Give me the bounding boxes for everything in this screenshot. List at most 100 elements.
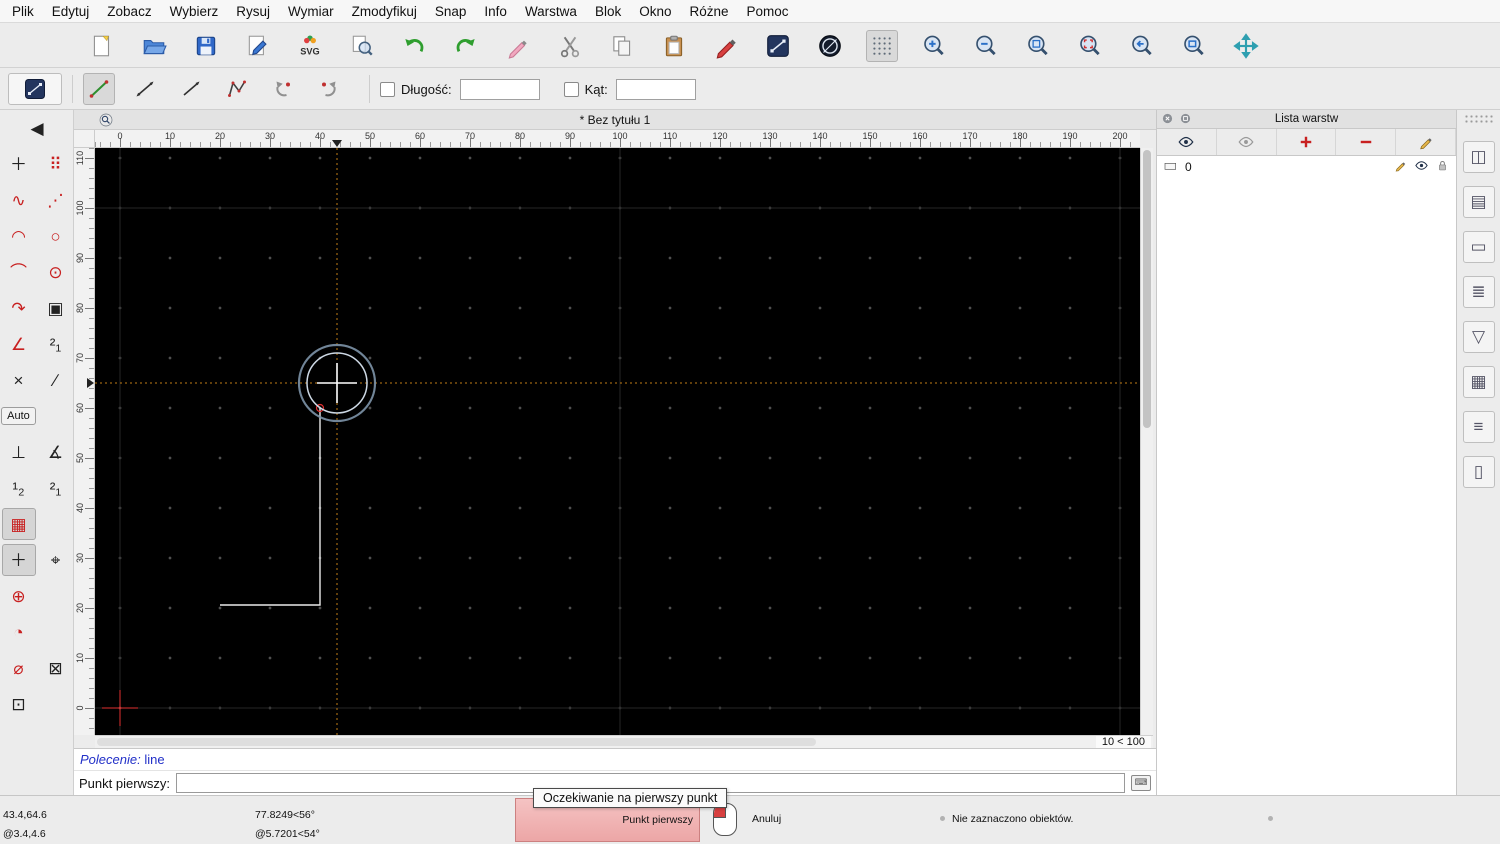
- dock-panel-icon[interactable]: ▭: [1462, 231, 1495, 263]
- keyboard-toggle-icon[interactable]: ⌨: [1131, 775, 1151, 791]
- menu-okno[interactable]: Okno: [639, 4, 671, 19]
- circle-icon[interactable]: ○: [39, 220, 73, 252]
- menu-rysuj[interactable]: Rysuj: [236, 4, 270, 19]
- line-one-arrow-icon[interactable]: [175, 73, 207, 105]
- ellipse-tool-icon[interactable]: [814, 30, 846, 62]
- curve-point-icon[interactable]: ⌒: [2, 256, 36, 288]
- snap-center-icon[interactable]: ⊕: [2, 580, 36, 612]
- dock-filter-icon[interactable]: ▽: [1462, 321, 1495, 353]
- export-svg-icon[interactable]: SVG: [294, 30, 326, 62]
- print-preview-icon[interactable]: [346, 30, 378, 62]
- menu-warstwa[interactable]: Warstwa: [525, 4, 577, 19]
- detach-icon[interactable]: [1179, 112, 1192, 128]
- length-checkbox[interactable]: [380, 81, 395, 97]
- zoom-redraw-icon[interactable]: [1074, 30, 1106, 62]
- angle-a-icon[interactable]: ∡: [39, 436, 73, 468]
- dock-library-icon[interactable]: ▯: [1462, 456, 1495, 488]
- edit-layer-icon[interactable]: [1393, 158, 1408, 176]
- zoom-out-icon[interactable]: [970, 30, 1002, 62]
- open-folder-icon[interactable]: [138, 30, 170, 62]
- paste-icon[interactable]: [658, 30, 690, 62]
- dock-layers-icon[interactable]: ▤: [1462, 186, 1495, 218]
- snap-angle-icon[interactable]: ◔: [2, 616, 36, 648]
- points-grid-icon[interactable]: ⠿: [39, 148, 73, 180]
- redo-icon[interactable]: [450, 30, 482, 62]
- eye-icon[interactable]: [1414, 158, 1429, 176]
- image-insert-icon[interactable]: ▦: [1, 508, 36, 540]
- new-document-icon[interactable]: [86, 30, 118, 62]
- edit-layer-icon[interactable]: [1396, 129, 1456, 155]
- menu-różne[interactable]: Różne: [690, 4, 729, 19]
- order-2-1b-icon[interactable]: ²₁: [39, 472, 73, 504]
- length-input[interactable]: [459, 78, 540, 100]
- draw-pen-icon[interactable]: [710, 30, 742, 62]
- close-icon[interactable]: [1161, 112, 1174, 128]
- copy-icon[interactable]: [606, 30, 638, 62]
- menu-plik[interactable]: Plik: [12, 4, 34, 19]
- layer-row[interactable]: 0: [1157, 156, 1456, 178]
- polyline-icon[interactable]: [221, 73, 253, 105]
- menu-info[interactable]: Info: [484, 4, 507, 19]
- order-1-2-icon[interactable]: ¹₂: [2, 472, 36, 504]
- snap-free-icon[interactable]: ＋: [1, 544, 36, 576]
- menu-zobacz[interactable]: Zobacz: [107, 4, 151, 19]
- scrollbar-thumb[interactable]: [1143, 150, 1151, 428]
- zoom-window-icon[interactable]: [1178, 30, 1210, 62]
- snap-distance-icon[interactable]: ⌀: [2, 652, 36, 684]
- cross-lines-icon[interactable]: ×: [2, 364, 36, 396]
- snap-grid-icon[interactable]: ⌖: [39, 544, 73, 576]
- line-both-arrows-icon[interactable]: [129, 73, 161, 105]
- scrollbar-thumb[interactable]: [97, 738, 817, 746]
- arc-icon[interactable]: ◠: [2, 220, 36, 252]
- eye-gray-icon[interactable]: [1217, 129, 1277, 155]
- remove-layer-icon[interactable]: [1336, 129, 1397, 155]
- angle-input[interactable]: [615, 78, 696, 100]
- horizontal-scrollbar[interactable]: 10 < 100: [95, 735, 1153, 748]
- zoom-auto-icon[interactable]: [1022, 30, 1054, 62]
- menu-edytuj[interactable]: Edytuj: [52, 4, 90, 19]
- palette-collapse-icon[interactable]: ◀: [20, 117, 54, 139]
- dock-3d-view-icon[interactable]: ◫: [1462, 141, 1495, 173]
- menu-blok[interactable]: Blok: [595, 4, 621, 19]
- spline-icon[interactable]: ∿: [2, 184, 36, 216]
- restrict-ortho-icon[interactable]: ⊠: [39, 652, 73, 684]
- arc-tangent-icon[interactable]: ↷: [2, 292, 36, 324]
- menu-wymiar[interactable]: Wymiar: [288, 4, 334, 19]
- menu-snap[interactable]: Snap: [435, 4, 467, 19]
- lock-relative-icon[interactable]: ⊡: [2, 688, 36, 720]
- dock-block-list-icon[interactable]: ≣: [1462, 276, 1495, 308]
- undo-icon[interactable]: [398, 30, 430, 62]
- undo-point-icon[interactable]: [267, 73, 299, 105]
- menu-wybierz[interactable]: Wybierz: [170, 4, 219, 19]
- dock-command-line-icon[interactable]: ≡: [1462, 411, 1495, 443]
- polyline-nodes-icon[interactable]: ⋰: [39, 184, 73, 216]
- points-single-icon[interactable]: ＋: [2, 148, 36, 180]
- redo-point-icon[interactable]: [313, 73, 345, 105]
- zoom-in-icon[interactable]: [918, 30, 950, 62]
- edit-drawing-icon[interactable]: [242, 30, 274, 62]
- grid-snap-icon[interactable]: [866, 29, 898, 62]
- eye-icon[interactable]: [1157, 129, 1217, 155]
- drawing-canvas[interactable]: [95, 148, 1140, 735]
- dock-properties-icon[interactable]: ▦: [1462, 366, 1495, 398]
- vertical-scrollbar[interactable]: [1140, 148, 1153, 735]
- auto-snap-button[interactable]: Auto: [1, 407, 36, 425]
- erase-pen-icon[interactable]: [502, 30, 534, 62]
- add-layer-icon[interactable]: [1277, 129, 1337, 155]
- zoom-pan-icon[interactable]: [1230, 30, 1262, 62]
- zoom-previous-icon[interactable]: [1126, 30, 1158, 62]
- line-segment-icon[interactable]: [83, 73, 115, 105]
- menu-pomoc[interactable]: Pomoc: [747, 4, 789, 19]
- rect-corner-icon[interactable]: ▣: [39, 292, 73, 324]
- menu-zmodyfikuj[interactable]: Zmodyfikuj: [352, 4, 417, 19]
- slash-line-icon[interactable]: ∕: [39, 364, 73, 396]
- lock-icon[interactable]: [1435, 158, 1450, 176]
- cut-icon[interactable]: [554, 30, 586, 62]
- circle-center-icon[interactable]: ⊙: [39, 256, 73, 288]
- angle-checkbox[interactable]: [563, 81, 579, 97]
- order-2-1-icon[interactable]: ²₁: [39, 328, 73, 360]
- axis-yx-icon[interactable]: ⊥: [2, 436, 36, 468]
- save-icon[interactable]: [190, 30, 222, 62]
- line-tool-icon[interactable]: [762, 30, 794, 62]
- angle-lines-icon[interactable]: ∠: [2, 328, 36, 360]
